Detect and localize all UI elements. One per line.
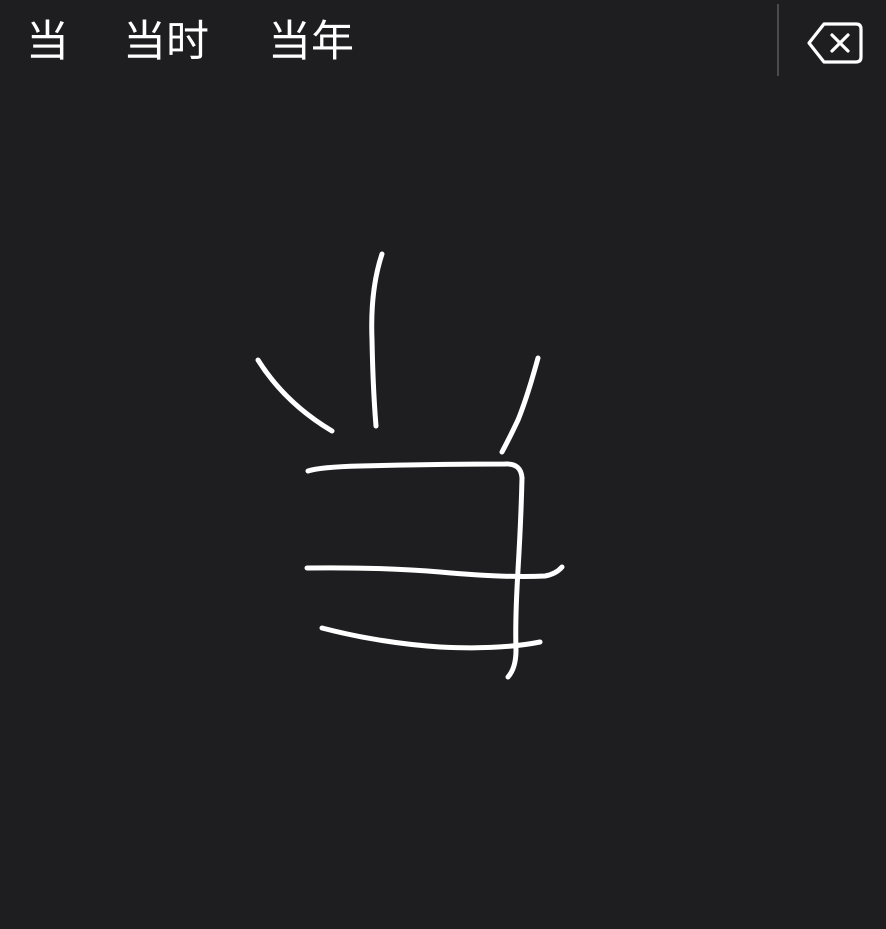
candidate-bar: 当 当时 当年 bbox=[0, 0, 886, 82]
stroke-top-horizontal bbox=[305, 461, 525, 481]
candidate-1[interactable]: 当 bbox=[26, 14, 69, 70]
candidate-2[interactable]: 当时 bbox=[123, 14, 209, 70]
candidate-divider bbox=[777, 4, 779, 76]
stroke-middle-horizontal bbox=[304, 564, 565, 579]
stroke-center-vertical bbox=[369, 251, 385, 429]
stroke-right-dot bbox=[499, 355, 541, 455]
delete-button[interactable] bbox=[800, 16, 870, 70]
handwriting-strokes bbox=[255, 251, 565, 680]
stroke-left-dot bbox=[255, 357, 335, 434]
stroke-bottom-horizontal bbox=[319, 625, 543, 651]
delete-backward-icon bbox=[807, 22, 863, 64]
candidate-3[interactable]: 当年 bbox=[268, 14, 354, 70]
handwriting-canvas[interactable] bbox=[0, 82, 886, 929]
